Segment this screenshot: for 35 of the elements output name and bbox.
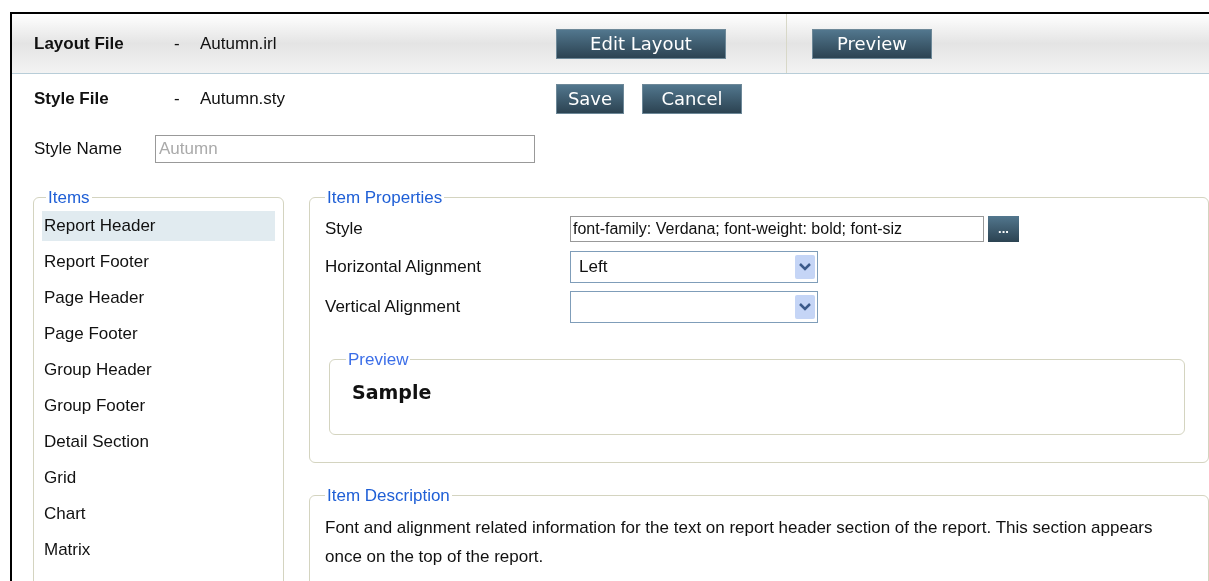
- layout-file-name: Autumn.irl: [200, 32, 277, 55]
- item-list-entry[interactable]: Report Footer: [42, 246, 275, 277]
- item-list-entry[interactable]: Report Header: [42, 210, 275, 241]
- style-field[interactable]: font-family: Verdana; font-weight: bold; font-siz: [570, 215, 984, 242]
- description-text: Font and alignment related information for the text on report header section of the report. This section appears once on the top of the report.: [325, 516, 1154, 568]
- style-label: Style: [325, 217, 364, 240]
- horizontal-alignment-label: Horizontal Alignment: [325, 255, 482, 278]
- item-list-entry[interactable]: Matrix: [42, 534, 275, 565]
- item-list-entry[interactable]: Group Footer: [42, 390, 275, 421]
- item-list-entry[interactable]: Page Header: [42, 282, 275, 313]
- separator-dash: -: [174, 87, 181, 110]
- items-legend: Items: [46, 185, 92, 211]
- vertical-alignment-label: Vertical Alignment: [325, 295, 462, 318]
- item-list-entry[interactable]: Detail Section: [42, 426, 275, 457]
- item-description-legend: Item Description: [325, 483, 452, 509]
- preview-button[interactable]: Preview: [812, 28, 932, 59]
- browse-button[interactable]: ...: [988, 215, 1019, 242]
- style-file-name: Autumn.sty: [200, 87, 286, 110]
- cancel-button[interactable]: Cancel: [642, 83, 742, 114]
- style-name-field[interactable]: Autumn: [155, 135, 535, 163]
- style-file-label: Style File: [34, 87, 110, 110]
- item-list-entry[interactable]: Grid: [42, 462, 275, 493]
- style-name-label: Style Name: [34, 138, 123, 161]
- sample-text: Sample: [352, 380, 433, 405]
- item-list-entry[interactable]: Group Header: [42, 354, 275, 385]
- item-properties-legend: Item Properties: [325, 185, 445, 211]
- item-list-entry[interactable]: Page Footer: [42, 318, 275, 349]
- vertical-alignment-dropdown[interactable]: [570, 290, 818, 323]
- item-list-entry[interactable]: Chart: [42, 498, 275, 529]
- preview-legend: Preview: [346, 346, 411, 372]
- separator-dash: -: [174, 32, 181, 55]
- horizontal-alignment-dropdown[interactable]: Left: [570, 250, 818, 283]
- save-button[interactable]: Save: [556, 83, 624, 114]
- layout-file-label: Layout File: [34, 32, 125, 55]
- edit-layout-button[interactable]: Edit Layout: [556, 28, 726, 59]
